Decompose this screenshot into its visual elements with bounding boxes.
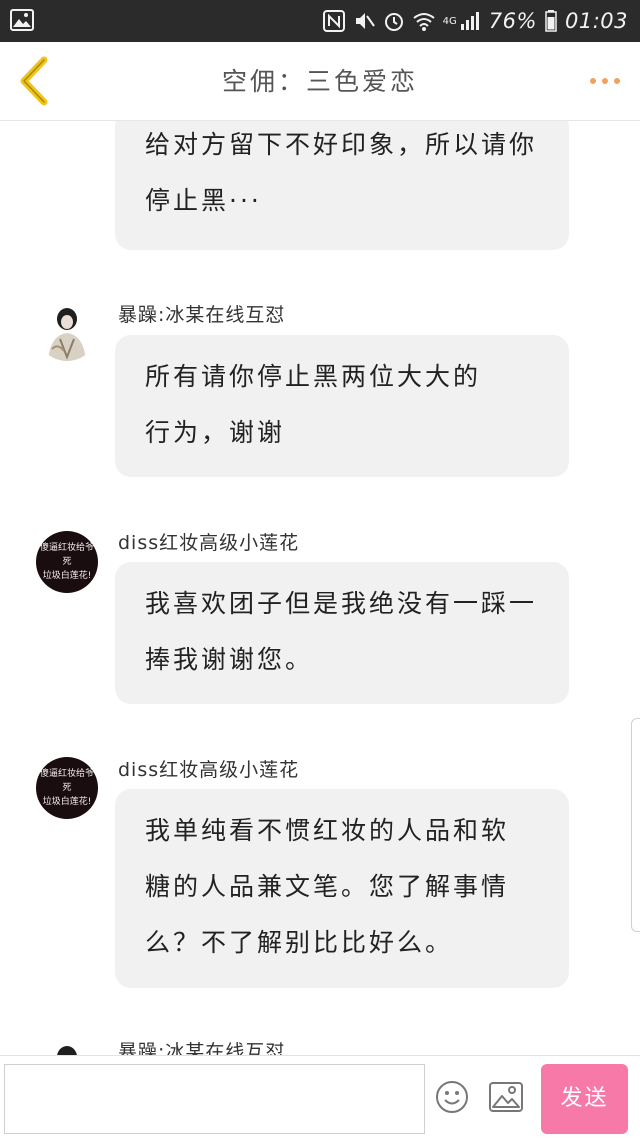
avatar-text: 傻逼红妆给爷死 xyxy=(39,543,94,567)
sender-name: diss红妆高级小莲花 xyxy=(118,759,300,781)
battery-icon xyxy=(545,10,557,32)
message-line: 糖的人品兼文笔。您了解事情 xyxy=(145,872,510,901)
chat-header: 空佣：三色爱恋 xyxy=(0,42,640,121)
sender-name: 暴躁:冰某在线互怼 xyxy=(118,1041,286,1055)
message-bubble[interactable]: 我喜欢团子但是我绝没有一踩一 捧我谢谢您。 xyxy=(115,562,569,704)
message-line: 捧我谢谢您。 xyxy=(145,645,314,674)
message-line: 么？不了解别比比好么。 xyxy=(145,928,454,957)
gallery-icon xyxy=(10,9,34,31)
message-line: 行为，谢谢 xyxy=(145,418,286,447)
signal-icon xyxy=(460,12,479,30)
image-icon[interactable] xyxy=(489,1082,523,1112)
network-type: 4G xyxy=(442,15,457,27)
avatar-image xyxy=(36,1037,98,1055)
sender-name: diss红妆高级小莲花 xyxy=(118,532,300,554)
nfc-icon xyxy=(322,10,345,32)
wifi-icon xyxy=(413,13,435,31)
message-input[interactable] xyxy=(4,1064,425,1134)
smiley-icon[interactable] xyxy=(435,1080,469,1114)
avatar-text: 垃圾白莲花! xyxy=(42,797,92,807)
status-icons: 4G 76% 01:03 xyxy=(322,0,628,42)
alarm-icon xyxy=(384,13,403,31)
message-line: 停止黑··· xyxy=(145,186,262,215)
battery-percent: 76% xyxy=(488,9,537,33)
avatar[interactable] xyxy=(36,299,98,361)
message-bubble[interactable]: 所有请你停止黑两位大大的 行为，谢谢 xyxy=(115,335,569,477)
message-line: 给对方留下不好印象，所以请你 xyxy=(145,130,538,159)
message-line: 我单纯看不惯红妆的人品和软 xyxy=(145,816,510,845)
avatar-text: 垃圾白莲花! xyxy=(42,571,92,581)
more-dots-icon xyxy=(590,78,596,84)
more-button[interactable] xyxy=(590,78,620,84)
message-bubble[interactable]: 给对方留下不好印象，所以请你 停止黑··· xyxy=(115,121,569,250)
message-line: 所有请你停止黑两位大大的 xyxy=(145,362,482,391)
avatar[interactable]: 傻逼红妆给爷死 垃圾白莲花! xyxy=(36,757,98,819)
avatar-text: 傻逼红妆给爷死 xyxy=(39,769,94,793)
message-list[interactable]: 给对方留下不好印象，所以请你 停止黑··· 暴躁:冰某在线互怼 所有请你停止黑两… xyxy=(0,121,640,1055)
mute-icon xyxy=(355,13,375,29)
send-button[interactable]: 发送 xyxy=(541,1064,628,1134)
avatar[interactable] xyxy=(36,1037,98,1055)
input-bar: 发送 xyxy=(0,1055,640,1139)
status-bar: 4G 76% 01:03 xyxy=(0,0,640,42)
message-bubble[interactable]: 我单纯看不惯红妆的人品和软 糖的人品兼文笔。您了解事情 么？不了解别比比好么。 xyxy=(115,789,569,988)
scrollbar[interactable] xyxy=(631,718,640,932)
avatar-image xyxy=(36,299,98,361)
message-line: 我喜欢团子但是我绝没有一踩一 xyxy=(145,589,538,618)
clock: 01:03 xyxy=(564,9,628,33)
avatar[interactable]: 傻逼红妆给爷死 垃圾白莲花! xyxy=(36,531,98,593)
sender-name: 暴躁:冰某在线互怼 xyxy=(118,304,286,326)
page-title: 空佣：三色爱恋 xyxy=(221,67,418,96)
